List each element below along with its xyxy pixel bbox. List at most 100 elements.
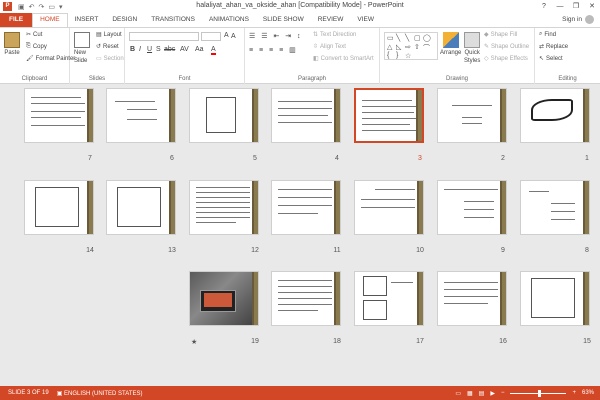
restore-button[interactable]: ❐: [568, 0, 584, 13]
slide-thumbnail-14[interactable]: [24, 180, 94, 235]
align-text-button[interactable]: ⇳ Align Text: [313, 43, 346, 51]
zoom-level[interactable]: 63%: [582, 390, 594, 396]
line-shape-icon-2[interactable]: ╲: [405, 34, 409, 42]
slide-thumbnail-1[interactable]: [520, 88, 590, 143]
format-painter-button[interactable]: 🖌 Format Painter: [26, 55, 75, 63]
slide-sorter-view-icon[interactable]: ▦: [467, 390, 473, 397]
reset-button[interactable]: ↺ Reset: [96, 43, 119, 51]
slideshow-view-icon[interactable]: ▶: [490, 390, 495, 397]
undo-icon[interactable]: ↶: [29, 3, 35, 11]
layout-button[interactable]: ▤ Layout: [96, 31, 122, 39]
convert-smartart-button[interactable]: ◧ Convert to SmartArt: [313, 55, 374, 63]
strikethrough-button[interactable]: abc: [164, 46, 175, 53]
zoom-slider[interactable]: [510, 389, 567, 397]
redo-icon[interactable]: ↷: [39, 3, 45, 11]
italic-button[interactable]: I: [139, 46, 141, 53]
slide-thumbnail-5[interactable]: [189, 88, 259, 143]
shrink-font-icon[interactable]: A: [231, 33, 236, 40]
present-icon[interactable]: ▭: [48, 3, 55, 11]
transition-star-icon[interactable]: ★: [191, 338, 197, 346]
cut-button[interactable]: ✂ Cut: [26, 31, 42, 39]
avatar[interactable]: [585, 15, 594, 24]
normal-view-icon[interactable]: ▭: [455, 390, 461, 397]
font-size-combobox[interactable]: [201, 32, 221, 41]
close-button[interactable]: ✕: [584, 0, 600, 13]
replace-button[interactable]: ⇄ Replace: [539, 43, 568, 51]
slide-thumbnail-8[interactable]: [520, 180, 590, 235]
font-name-combobox[interactable]: [129, 32, 199, 41]
brace-shape-icon-2[interactable]: }: [396, 52, 398, 59]
help-button[interactable]: ?: [536, 0, 552, 13]
slide-thumbnail-12[interactable]: [189, 180, 259, 235]
slide-thumbnail-19[interactable]: [189, 271, 259, 326]
minimize-button[interactable]: —: [552, 0, 568, 13]
find-button[interactable]: ⌕ Find: [539, 31, 556, 38]
tab-review[interactable]: REVIEW: [311, 13, 351, 27]
tab-insert[interactable]: INSERT: [68, 13, 106, 27]
slide-thumbnail-4[interactable]: [271, 88, 341, 143]
shape-effects-button[interactable]: ◇ Shape Effects: [484, 55, 528, 63]
slide-thumbnail-17[interactable]: [354, 271, 424, 326]
slide-thumbnail-9[interactable]: [437, 180, 507, 235]
font-color-button[interactable]: A: [211, 46, 216, 55]
rectangle-shape-icon[interactable]: ▢: [414, 34, 421, 42]
slide-thumbnail-7[interactable]: [24, 88, 94, 143]
language-indicator[interactable]: ▣ ENGLISH (UNITED STATES): [57, 390, 143, 397]
grow-font-icon[interactable]: A: [224, 32, 229, 39]
slide-thumbnail-13[interactable]: [106, 180, 176, 235]
zoom-out-icon[interactable]: −: [501, 390, 505, 396]
shadow-button[interactable]: S: [156, 46, 161, 53]
bold-button[interactable]: B: [130, 46, 135, 53]
arrow-up-shape-icon[interactable]: ⇧: [414, 43, 420, 51]
text-direction-button[interactable]: ⇅ Text Direction: [313, 31, 356, 39]
brace-shape-icon[interactable]: {: [387, 52, 389, 59]
star-shape-icon[interactable]: ☆: [405, 52, 411, 60]
tab-animations[interactable]: ANIMATIONS: [202, 13, 256, 27]
underline-button[interactable]: U: [147, 46, 152, 53]
tab-transitions[interactable]: TRANSITIONS: [144, 13, 202, 27]
powerpoint-app-icon[interactable]: P: [3, 2, 12, 11]
slide-thumbnail-18[interactable]: [271, 271, 341, 326]
change-case-button[interactable]: Aa: [195, 46, 204, 53]
arrow-shape-icon[interactable]: ⇨: [405, 43, 411, 51]
slide-thumbnail-15[interactable]: [520, 271, 590, 326]
paste-button[interactable]: Paste: [4, 32, 20, 56]
slide-thumbnail-10[interactable]: [354, 180, 424, 235]
shape-fill-button[interactable]: ◆ Shape Fill: [484, 31, 517, 39]
character-spacing-button[interactable]: AV: [180, 46, 189, 53]
sign-in-area[interactable]: Sign in: [562, 15, 594, 24]
arrange-button[interactable]: Arrange: [440, 32, 461, 56]
section-button[interactable]: ▭ Section: [96, 55, 124, 63]
tab-design[interactable]: DESIGN: [105, 13, 144, 27]
rtriangle-shape-icon[interactable]: ◺: [396, 43, 401, 51]
shape-outline-button[interactable]: ✎ Shape Outline: [484, 43, 529, 51]
slide-thumbnail-2[interactable]: [437, 88, 507, 143]
slide-thumbnail-6[interactable]: [106, 88, 176, 143]
tab-home[interactable]: HOME: [32, 13, 68, 27]
customize-icon[interactable]: ▾: [59, 3, 63, 11]
align-icon[interactable]: ≡ ≡ ≡ ≡ ▥: [249, 46, 298, 54]
oval-shape-icon[interactable]: ◯: [423, 34, 431, 42]
zoom-slider-knob[interactable]: [538, 389, 542, 397]
slide-thumbnail-3[interactable]: [354, 88, 424, 143]
sign-in-link[interactable]: Sign in: [562, 16, 582, 23]
tab-file[interactable]: FILE: [0, 13, 33, 27]
slide-thumbnail-11[interactable]: [271, 180, 341, 235]
copy-button[interactable]: ⎘ Copy: [26, 43, 47, 50]
new-slide-button[interactable]: New Slide: [74, 32, 90, 64]
triangle-shape-icon[interactable]: △: [387, 43, 392, 51]
curve-shape-icon[interactable]: ⌒: [423, 43, 430, 53]
tab-slide-show[interactable]: SLIDE SHOW: [256, 13, 311, 27]
slide-indicator[interactable]: SLIDE 3 OF 19: [8, 390, 49, 396]
save-icon[interactable]: ▣: [18, 3, 25, 11]
bullets-icon[interactable]: ☰ ☰ ⇤ ⇥ ↕: [249, 32, 303, 40]
quick-styles-button[interactable]: Quick Styles: [464, 32, 480, 64]
textbox-shape-icon[interactable]: ▭: [387, 34, 394, 42]
zoom-in-icon[interactable]: +: [572, 390, 576, 396]
tab-view[interactable]: VIEW: [350, 13, 381, 27]
line-shape-icon[interactable]: ╲: [396, 34, 400, 42]
slide-thumbnail-16[interactable]: [437, 271, 507, 326]
shapes-gallery[interactable]: ▭ ╲ ╲ ▢ ◯ △ ◺ ⇨ ⇧ ⌒ { } ☆: [384, 32, 438, 60]
reading-view-icon[interactable]: ▤: [479, 390, 485, 397]
select-button[interactable]: ↖ Select: [539, 55, 563, 63]
